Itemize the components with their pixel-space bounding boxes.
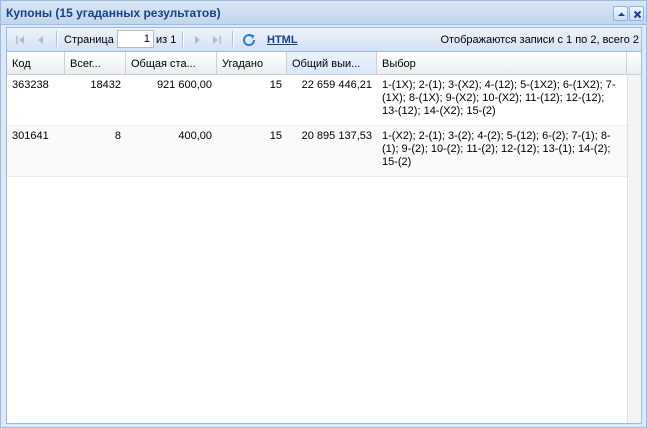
- column-header-guessed[interactable]: Угадано: [217, 52, 287, 74]
- cell-code: 301641: [12, 130, 49, 142]
- cell-choice: 1-(X2); 2-(1); 3-(2); 4-(2); 5-(12); 6-(…: [382, 130, 611, 168]
- toolbar-separator: [182, 31, 184, 47]
- window-titlebar[interactable]: Купоны (15 угаданных результатов): [1, 1, 646, 25]
- html-export-link[interactable]: HTML: [267, 34, 298, 46]
- column-header-stake[interactable]: Общая ста...: [126, 52, 217, 74]
- table-row[interactable]: 363238 18432 921 600,00 15 22 659 446,21…: [7, 75, 627, 126]
- toolbar-separator: [56, 31, 58, 47]
- collapse-button[interactable]: [613, 6, 628, 21]
- next-page-icon[interactable]: [190, 33, 204, 47]
- chevron-up-icon: [618, 12, 625, 16]
- vertical-scrollbar[interactable]: [627, 75, 641, 423]
- page-number-input[interactable]: [117, 30, 154, 48]
- window-title: Купоны (15 угаданных результатов): [6, 6, 221, 20]
- grid-header: Код Всег... Общая ста... Угадано Общий в…: [7, 52, 641, 75]
- cell-total: 18432: [90, 79, 121, 91]
- page-count-label: из 1: [156, 34, 177, 46]
- cell-code: 363238: [12, 79, 49, 91]
- table-row[interactable]: 301641 8 400,00 15 20 895 137,53 1-(X2);…: [7, 126, 627, 177]
- coupons-grid: Код Всег... Общая ста... Угадано Общий в…: [6, 51, 642, 424]
- last-page-icon[interactable]: [210, 33, 224, 47]
- cell-payout: 20 895 137,53: [301, 130, 372, 142]
- records-info: Отображаются записи с 1 по 2, всего 2: [440, 34, 640, 46]
- first-page-icon[interactable]: [13, 33, 27, 47]
- refresh-icon[interactable]: [241, 32, 255, 46]
- close-icon: [633, 10, 642, 19]
- column-header-choice[interactable]: Выбор: [377, 52, 627, 74]
- prev-page-icon[interactable]: [34, 33, 48, 47]
- toolbar-separator: [232, 31, 234, 47]
- cell-guessed: 15: [269, 79, 282, 91]
- cell-payout: 22 659 446,21: [301, 79, 372, 91]
- cell-guessed: 15: [269, 130, 282, 142]
- cell-stake: 921 600,00: [156, 79, 212, 91]
- column-header-total[interactable]: Всег...: [65, 52, 126, 74]
- close-button[interactable]: [629, 6, 644, 21]
- cell-choice: 1-(1X); 2-(1); 3-(X2); 4-(12); 5-(1X2); …: [382, 79, 616, 117]
- page-label: Страница: [64, 34, 114, 46]
- column-header-payout[interactable]: Общий выи...: [287, 52, 377, 74]
- cell-total: 8: [114, 130, 121, 142]
- cell-stake: 400,00: [178, 130, 212, 142]
- column-header-code[interactable]: Код: [7, 52, 65, 74]
- paging-toolbar: Страница из 1 HTML Отображаются записи с…: [6, 27, 642, 51]
- coupons-window: Купоны (15 угаданных результатов) Страни…: [0, 0, 647, 428]
